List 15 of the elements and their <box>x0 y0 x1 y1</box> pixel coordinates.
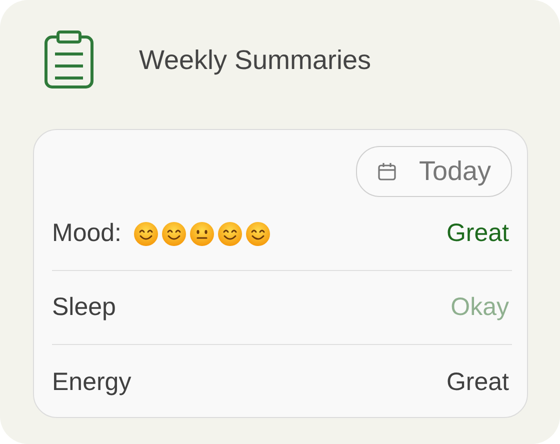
calendar-icon <box>376 162 397 182</box>
metric-label: Energy <box>52 368 132 396</box>
metric-value: Okay <box>450 293 510 322</box>
smiling-face-icon <box>133 220 160 246</box>
smiling-face-icon <box>217 220 244 246</box>
card-title: Weekly Summaries <box>139 44 372 76</box>
smiling-face-icon <box>161 220 188 246</box>
smiling-face-icon <box>245 220 272 246</box>
metric-value: Great <box>446 219 510 248</box>
metric-label: Mood: <box>52 219 122 248</box>
date-button[interactable]: Today <box>356 146 512 197</box>
clipboard-icon <box>44 30 94 90</box>
metric-value: Great <box>446 368 510 396</box>
metric-label: Sleep <box>52 293 116 322</box>
neutral-face-icon <box>189 220 216 246</box>
